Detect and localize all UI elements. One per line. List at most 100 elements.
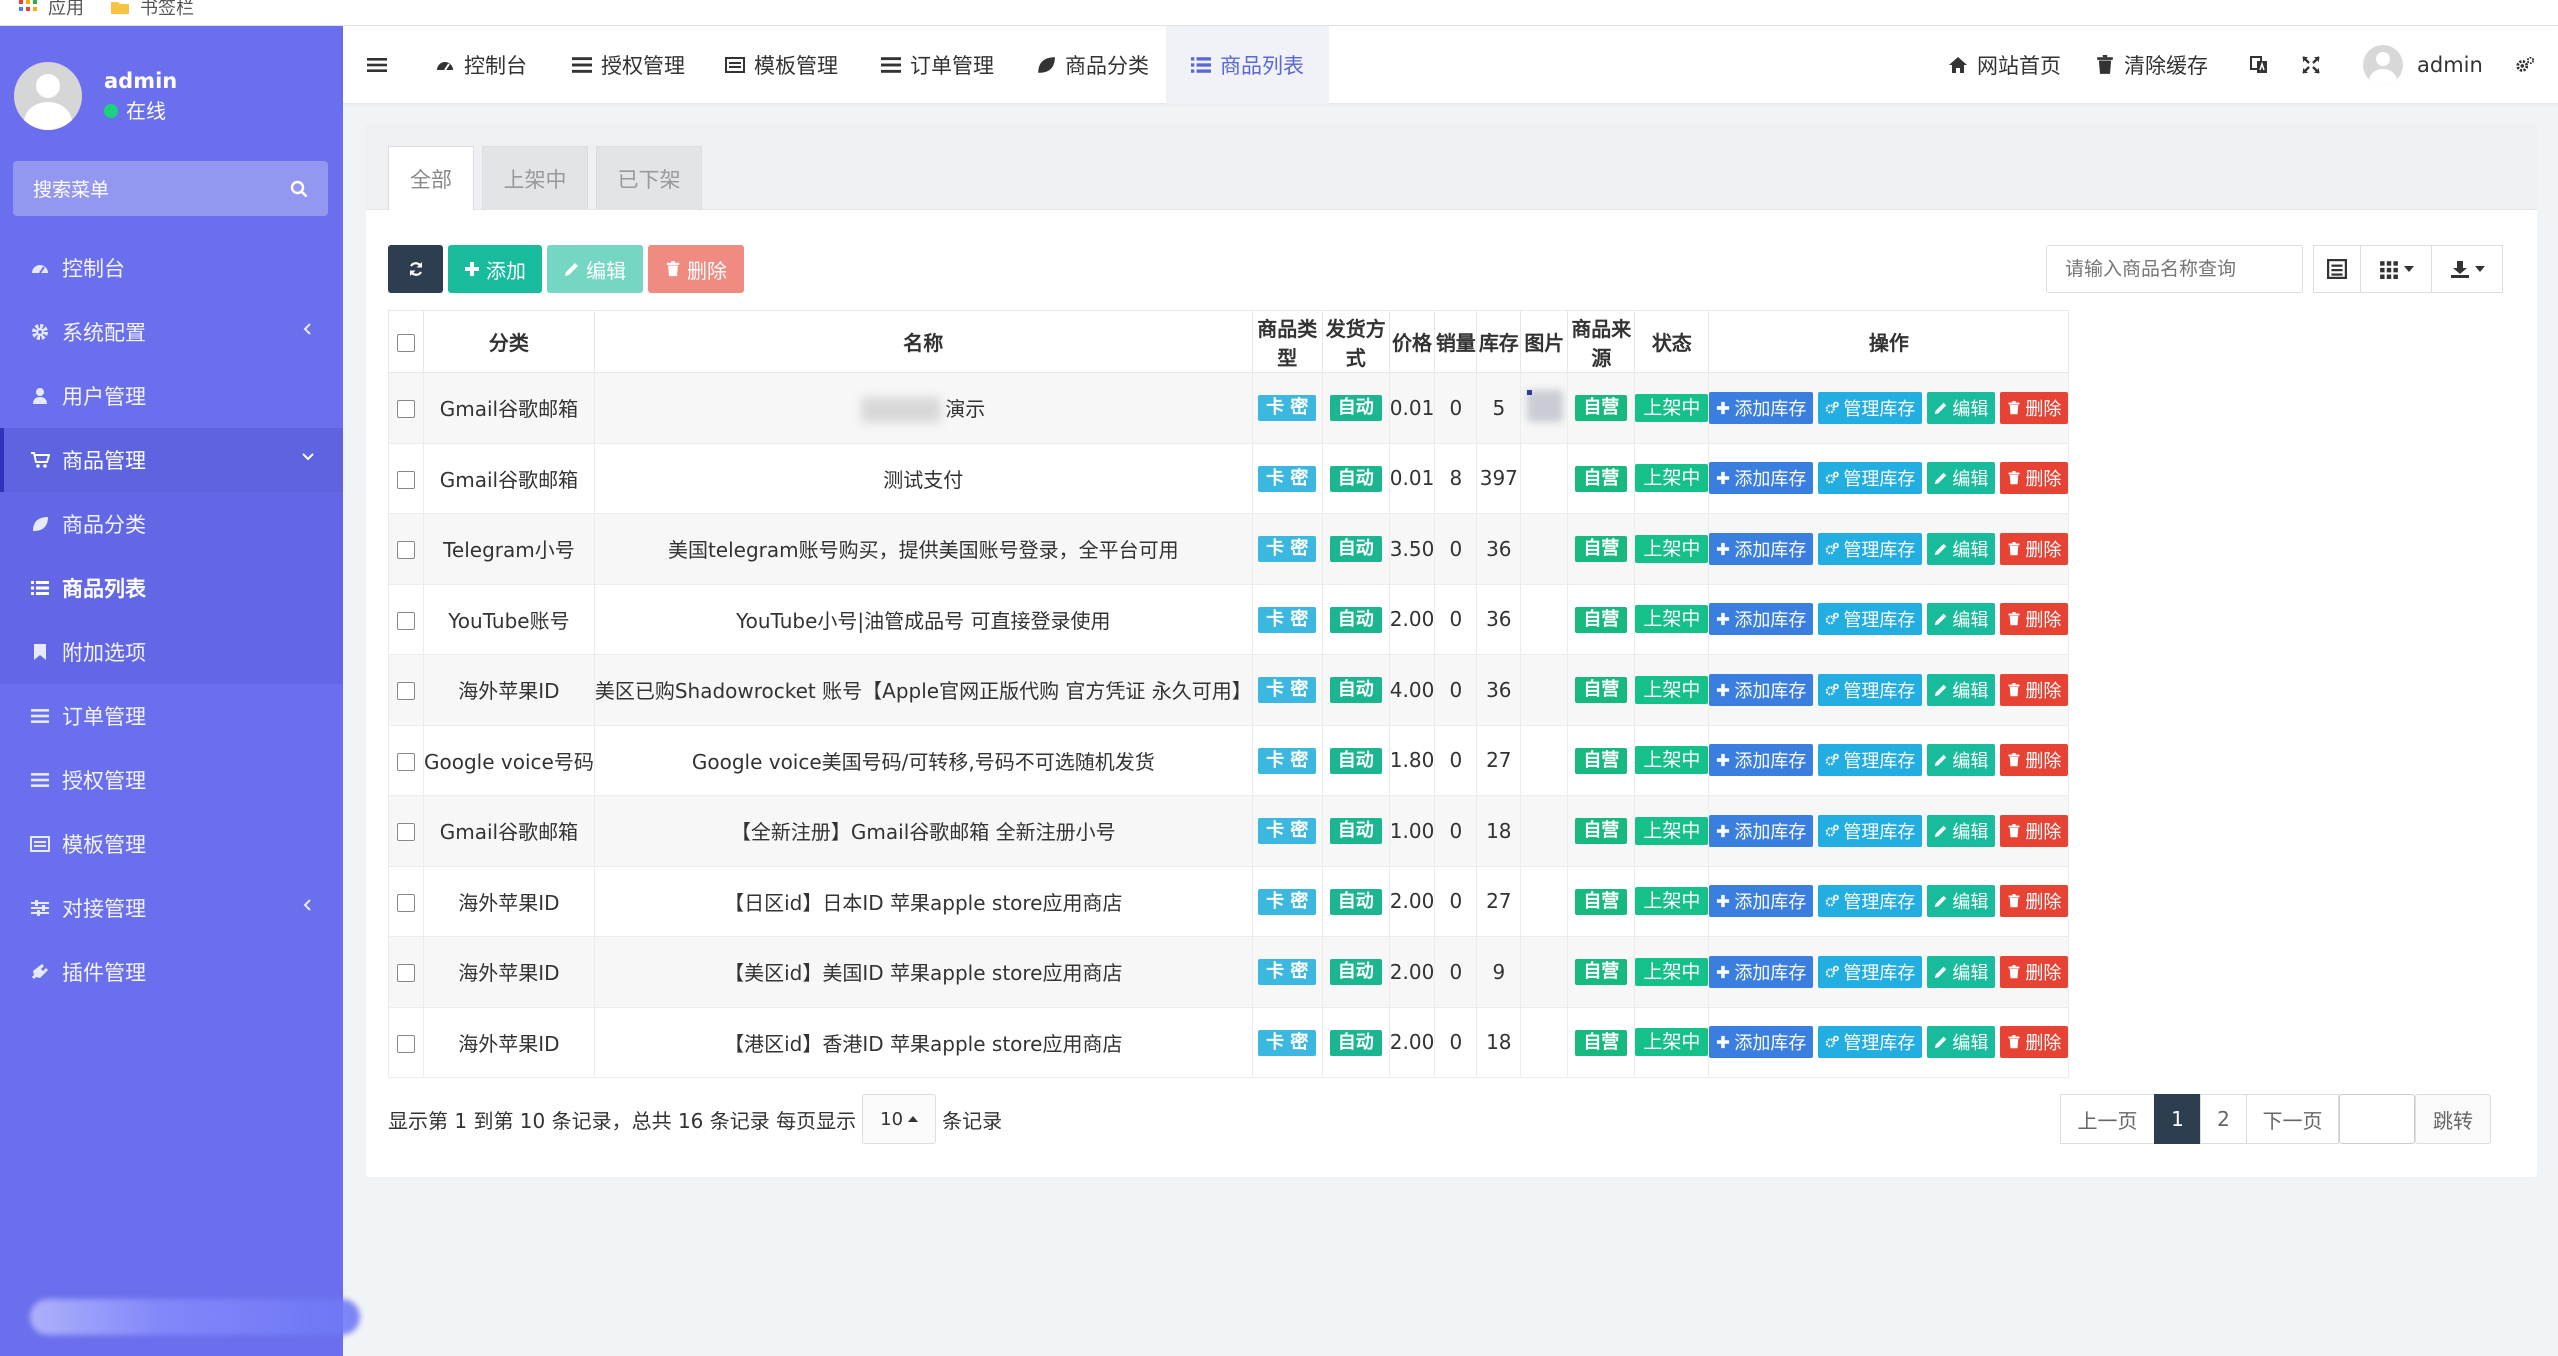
- delete-row-button[interactable]: 删除: [2000, 603, 2068, 636]
- sidebar-search-input[interactable]: 搜索菜单: [13, 161, 328, 216]
- jump-button[interactable]: 跳转: [2415, 1094, 2491, 1144]
- row-checkbox[interactable]: [397, 1034, 415, 1053]
- sidebar-item-dashboard[interactable]: 控制台: [0, 236, 343, 300]
- sidebar-item-templates[interactable]: 模板管理: [0, 812, 343, 876]
- goods-search-input[interactable]: [2046, 245, 2303, 293]
- page-1-button[interactable]: 1: [2154, 1094, 2201, 1144]
- table-row[interactable]: 海外苹果ID 【港区id】香港ID 苹果apple store应用商店 卡 密自动 2…: [388, 1006, 2070, 1078]
- add-stock-button[interactable]: 添加库存: [1709, 744, 1814, 777]
- delete-row-button[interactable]: 删除: [2000, 391, 2068, 424]
- bookmarks-folder[interactable]: 书签栏: [110, 0, 194, 20]
- table-row[interactable]: Gmail谷歌邮箱 【全新注册】Gmail谷歌邮箱 全新注册小号 卡 密自动 1.00…: [388, 795, 2070, 867]
- delete-row-button[interactable]: 删除: [2000, 1026, 2068, 1059]
- table-row[interactable]: YouTube账号 YouTube小号|油管成品号 可直接登录使用 卡 密自动 2.0…: [388, 583, 2070, 655]
- edit-row-button[interactable]: 编辑: [1927, 744, 1996, 777]
- delete-row-button[interactable]: 删除: [2000, 955, 2068, 988]
- row-select-cell[interactable]: [388, 724, 424, 796]
- row-select-cell[interactable]: [388, 936, 424, 1008]
- row-select-cell[interactable]: [388, 654, 424, 726]
- status-badge[interactable]: 上架中: [1635, 1028, 1708, 1057]
- goods-thumbnail[interactable]: [1522, 388, 1567, 428]
- row-checkbox[interactable]: [397, 682, 415, 701]
- columns-button[interactable]: [2360, 245, 2432, 293]
- translate-button[interactable]: [2249, 26, 2269, 104]
- edit-button[interactable]: 编辑: [547, 245, 643, 293]
- add-stock-button[interactable]: 添加库存: [1709, 885, 1814, 918]
- add-stock-button[interactable]: 添加库存: [1709, 673, 1814, 706]
- edit-row-button[interactable]: 编辑: [1927, 814, 1996, 847]
- edit-row-button[interactable]: 编辑: [1927, 673, 1996, 706]
- manage-stock-button[interactable]: 管理库存: [1818, 885, 1923, 918]
- tab-all[interactable]: 全部: [388, 146, 474, 210]
- sidebar-item-goods-category[interactable]: 商品分类: [0, 492, 343, 556]
- add-stock-button[interactable]: 添加库存: [1709, 1026, 1814, 1059]
- next-page-button[interactable]: 下一页: [2246, 1094, 2339, 1144]
- delete-row-button[interactable]: 删除: [2000, 814, 2068, 847]
- status-badge[interactable]: 上架中: [1635, 464, 1708, 493]
- edit-row-button[interactable]: 编辑: [1927, 532, 1996, 565]
- select-all-checkbox[interactable]: [397, 334, 415, 352]
- clear-cache-button[interactable]: 清除缓存: [2095, 26, 2208, 104]
- manage-stock-button[interactable]: 管理库存: [1818, 744, 1923, 777]
- tab-goods-category[interactable]: 商品分类: [1036, 26, 1149, 104]
- prev-page-button[interactable]: 上一页: [2060, 1094, 2155, 1144]
- table-row[interactable]: Google voice号码 Google voice美国号码/可转移,号码不可选…: [388, 724, 2070, 796]
- status-badge[interactable]: 上架中: [1635, 887, 1708, 916]
- add-stock-button[interactable]: 添加库存: [1709, 462, 1814, 495]
- status-badge[interactable]: 上架中: [1635, 675, 1708, 704]
- add-stock-button[interactable]: 添加库存: [1709, 603, 1814, 636]
- sidebar-item-integration[interactable]: 对接管理: [0, 876, 343, 940]
- page-size-select[interactable]: 10: [862, 1094, 937, 1144]
- row-checkbox[interactable]: [397, 893, 415, 912]
- table-row[interactable]: 海外苹果ID 美区已购Shadowrocket 账号【Apple官网正版代购 官方…: [388, 654, 2070, 726]
- edit-row-button[interactable]: 编辑: [1927, 1026, 1996, 1059]
- tab-on-sale[interactable]: 上架中: [482, 146, 588, 210]
- sidebar-item-goods-list[interactable]: 商品列表: [0, 556, 343, 620]
- add-stock-button[interactable]: 添加库存: [1709, 532, 1814, 565]
- status-badge[interactable]: 上架中: [1635, 746, 1708, 775]
- row-checkbox[interactable]: [397, 964, 415, 983]
- settings-button[interactable]: [2515, 26, 2535, 104]
- table-row[interactable]: Gmail谷歌邮箱 演示 卡 密自动 0.01 0 5 自营 上架中 添加库存 管理库存 编辑 删除: [388, 372, 2070, 444]
- row-checkbox[interactable]: [397, 470, 415, 489]
- manage-stock-button[interactable]: 管理库存: [1818, 955, 1923, 988]
- manage-stock-button[interactable]: 管理库存: [1818, 532, 1923, 565]
- add-button[interactable]: 添加: [448, 245, 542, 293]
- sidebar-item-system-config[interactable]: 系统配置: [0, 300, 343, 364]
- row-select-cell[interactable]: [388, 1006, 424, 1078]
- row-checkbox[interactable]: [397, 400, 415, 419]
- jump-page-input[interactable]: [2339, 1094, 2415, 1144]
- row-select-cell[interactable]: [388, 795, 424, 867]
- row-checkbox[interactable]: [397, 541, 415, 560]
- table-row[interactable]: 海外苹果ID 【日区id】日本ID 苹果apple store应用商店卡 密自动 2…: [388, 865, 2070, 937]
- edit-row-button[interactable]: 编辑: [1927, 955, 1996, 988]
- sidebar-item-auth[interactable]: 授权管理: [0, 748, 343, 812]
- manage-stock-button[interactable]: 管理库存: [1818, 391, 1923, 424]
- status-badge[interactable]: 上架中: [1635, 534, 1708, 563]
- export-button[interactable]: [2431, 245, 2503, 293]
- apps-bookmark[interactable]: 应用: [18, 0, 84, 20]
- table-row[interactable]: Gmail谷歌邮箱 测试支付 卡 密自动 0.01 8 397 自营 上架中 添加库存 管理库存 编…: [388, 442, 2070, 514]
- delete-button[interactable]: 删除: [648, 245, 744, 293]
- status-badge[interactable]: 上架中: [1635, 957, 1708, 986]
- fullscreen-button[interactable]: [2301, 26, 2321, 104]
- row-select-cell[interactable]: [388, 583, 424, 655]
- tab-dashboard[interactable]: 控制台: [435, 26, 527, 104]
- status-badge[interactable]: 上架中: [1635, 393, 1708, 422]
- tab-off-sale[interactable]: 已下架: [596, 146, 702, 210]
- delete-row-button[interactable]: 删除: [2000, 532, 2068, 565]
- manage-stock-button[interactable]: 管理库存: [1818, 673, 1923, 706]
- tab-auth[interactable]: 授权管理: [572, 26, 685, 104]
- sidebar-item-plugins[interactable]: 插件管理: [0, 940, 343, 1004]
- status-badge[interactable]: 上架中: [1635, 816, 1708, 845]
- tab-templates[interactable]: 模板管理: [725, 26, 838, 104]
- edit-row-button[interactable]: 编辑: [1927, 603, 1996, 636]
- delete-row-button[interactable]: 删除: [2000, 744, 2068, 777]
- sidebar-item-goods-management[interactable]: 商品管理: [0, 428, 343, 492]
- add-stock-button[interactable]: 添加库存: [1709, 814, 1814, 847]
- row-select-cell[interactable]: [388, 372, 424, 444]
- manage-stock-button[interactable]: 管理库存: [1818, 462, 1923, 495]
- sidebar-item-orders[interactable]: 订单管理: [0, 684, 343, 748]
- row-checkbox[interactable]: [397, 823, 415, 842]
- delete-row-button[interactable]: 删除: [2000, 462, 2068, 495]
